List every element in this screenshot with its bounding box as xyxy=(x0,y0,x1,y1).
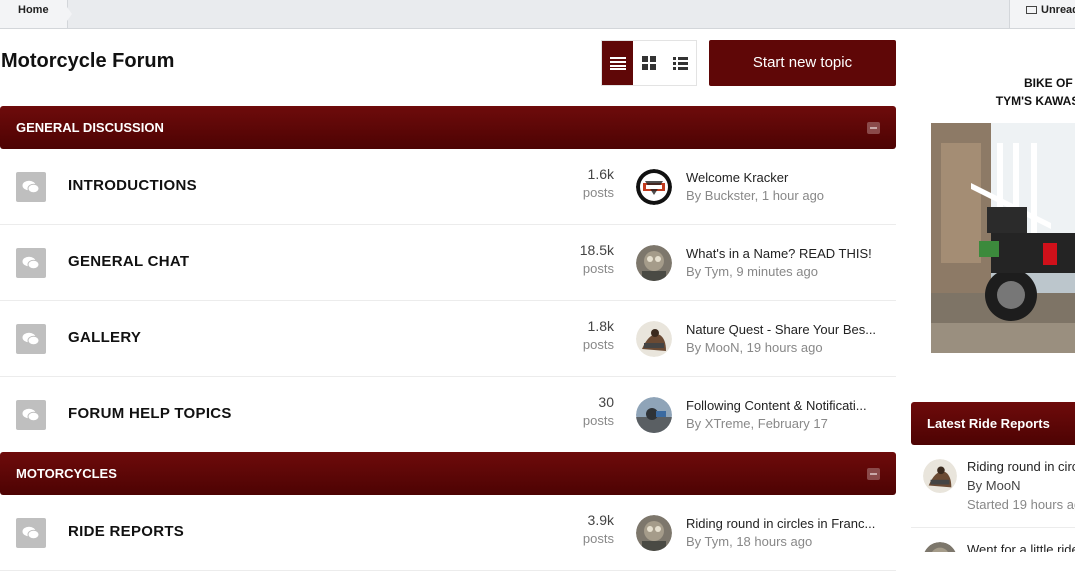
category-header-general-discussion: GENERAL DISCUSSION xyxy=(0,106,896,149)
report-author-avatar[interactable] xyxy=(923,542,957,552)
last-poster-avatar[interactable] xyxy=(636,397,672,433)
chat-bubbles-icon xyxy=(22,180,40,194)
table-view-icon xyxy=(609,56,626,70)
report-title-link[interactable]: Riding round in circles xyxy=(967,459,1075,474)
category-title: MOTORCYCLES xyxy=(16,466,117,481)
forum-icon xyxy=(16,400,46,430)
last-post-title-link[interactable]: Nature Quest - Share Your Bes... xyxy=(686,322,876,337)
forum-row-forum-help-topics: FORUM HELP TOPICS 30 posts Following Con… xyxy=(0,377,896,453)
last-post-byline: By XTreme, February 17 xyxy=(686,416,828,431)
collapse-icon[interactable] xyxy=(867,468,880,480)
post-count-label: posts xyxy=(582,413,614,428)
bike-heading-line-1: BIKE OF THE xyxy=(1023,76,1075,90)
view-switcher xyxy=(601,40,697,86)
last-poster-avatar[interactable] xyxy=(636,245,672,281)
report-author: By MooN xyxy=(967,478,1021,493)
post-count: 1.6k xyxy=(587,166,614,182)
forum-icon xyxy=(16,172,46,202)
forum-icon xyxy=(16,518,46,548)
post-count: 1.8k xyxy=(587,318,614,334)
bike-heading-line-2: TYM'S KAWASAKI xyxy=(995,94,1075,108)
report-author-avatar[interactable] xyxy=(923,459,957,493)
chat-bubbles-icon xyxy=(22,408,40,422)
forum-icon xyxy=(16,324,46,354)
list-view-icon xyxy=(672,56,688,70)
forum-title-link[interactable]: INTRODUCTIONS xyxy=(68,177,197,194)
bike-of-month-heading: BIKE OF THE TYM'S KAWASAKI xyxy=(980,74,1075,110)
view-list-button[interactable] xyxy=(665,41,696,85)
forum-title-link[interactable]: FORUM HELP TOPICS xyxy=(68,405,232,422)
category-title: GENERAL DISCUSSION xyxy=(16,120,164,135)
view-table-button[interactable] xyxy=(602,41,634,85)
breadcrumb-home[interactable]: Home xyxy=(0,0,68,28)
last-post-title-link[interactable]: Welcome Kracker xyxy=(686,170,788,185)
report-started-time: Started 19 hours ago xyxy=(967,497,1075,512)
last-post-title-link[interactable]: Riding round in circles in Franc... xyxy=(686,516,875,531)
last-post-byline: By Tym, 9 minutes ago xyxy=(686,264,818,279)
last-post-byline: By MooN, 19 hours ago xyxy=(686,340,823,355)
last-poster-avatar[interactable] xyxy=(636,321,672,357)
post-count-label: posts xyxy=(582,531,614,546)
last-poster-avatar[interactable] xyxy=(636,515,672,551)
chat-bubbles-icon xyxy=(22,256,40,270)
post-count: 3.9k xyxy=(587,512,614,528)
forum-title-link[interactable]: GENERAL CHAT xyxy=(68,253,189,270)
latest-ride-reports-heading: Latest Ride Reports xyxy=(911,402,1075,445)
post-count-label: posts xyxy=(582,261,614,276)
page-title: Motorcycle Forum xyxy=(1,50,175,72)
post-count: 18.5k xyxy=(579,242,614,258)
chat-bubbles-icon xyxy=(22,526,40,540)
forum-row-ride-reports: RIDE REPORTS 3.9k posts Riding round in … xyxy=(0,495,896,571)
start-new-topic-button[interactable]: Start new topic xyxy=(709,40,896,86)
breadcrumb-arrow xyxy=(62,0,72,28)
chat-bubbles-icon xyxy=(22,332,40,346)
last-post-title-link[interactable]: What's in a Name? READ THIS! xyxy=(686,246,872,261)
collapse-icon[interactable] xyxy=(867,122,880,134)
grid-view-icon xyxy=(641,56,656,70)
ride-report-item: Riding round in circles By MooN Started … xyxy=(911,459,1075,519)
top-navigation-bar: Home Unread xyxy=(0,0,1075,29)
last-poster-avatar[interactable] xyxy=(636,169,672,205)
forum-row-gallery: GALLERY 1.8k posts Nature Quest - Share … xyxy=(0,301,896,377)
forum-row-general-chat: GENERAL CHAT 18.5k posts What's in a Nam… xyxy=(0,225,896,301)
forum-title-link[interactable]: GALLERY xyxy=(68,329,141,346)
unread-label: Unread xyxy=(1041,4,1075,16)
category-header-motorcycles: MOTORCYCLES xyxy=(0,452,896,495)
last-post-title-link[interactable]: Following Content & Notificati... xyxy=(686,398,867,413)
forum-title-link[interactable]: RIDE REPORTS xyxy=(68,523,184,540)
post-count-label: posts xyxy=(582,185,614,200)
ride-report-item: Went for a little ride xyxy=(911,527,1075,552)
post-count-label: posts xyxy=(582,337,614,352)
last-post-byline: By Buckster, 1 hour ago xyxy=(686,188,825,203)
unread-icon xyxy=(1026,6,1037,14)
forum-icon xyxy=(16,248,46,278)
forum-row-introductions: INTRODUCTIONS 1.6k posts Welcome Kracker… xyxy=(0,149,896,225)
last-post-byline: By Tym, 18 hours ago xyxy=(686,534,813,549)
report-title-link[interactable]: Went for a little ride xyxy=(967,542,1075,552)
unread-content-link[interactable]: Unread xyxy=(1009,0,1075,28)
view-grid-button[interactable] xyxy=(633,41,664,85)
bike-of-month-image[interactable] xyxy=(931,123,1075,353)
post-count: 30 xyxy=(598,394,614,410)
